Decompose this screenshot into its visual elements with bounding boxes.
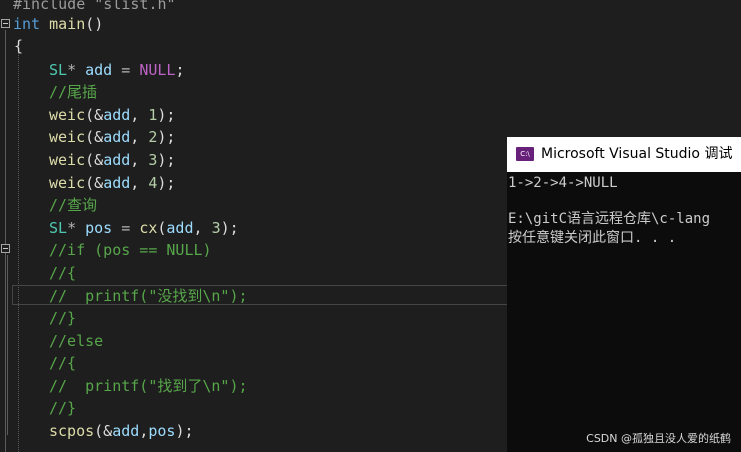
close-paren: ); <box>157 151 176 169</box>
comma: , <box>130 174 149 192</box>
function-weic: weic <box>49 106 86 124</box>
code-line-decl-pos: SL* pos = cx(add, 3); <box>49 218 239 238</box>
type-sl: SL <box>49 61 68 79</box>
function-cx: cx <box>139 219 158 237</box>
editor-gutter <box>0 0 12 452</box>
var-add: add <box>103 151 131 169</box>
comma: , <box>193 219 212 237</box>
function-scpos: scpos <box>49 422 95 440</box>
comma: , <box>130 128 149 146</box>
close-paren: ); <box>220 219 239 237</box>
paren-amp: (& <box>85 151 104 169</box>
assign-op: = <box>112 61 140 79</box>
paren-amp: (& <box>85 128 104 146</box>
close-paren: ); <box>157 128 176 146</box>
code-line-weic-3: weic(&add, 3); <box>49 150 175 170</box>
code-line-comment-else: //else <box>49 332 104 350</box>
var-pos: pos <box>148 422 176 440</box>
console-output-line: 1->2->4->NULL <box>508 175 618 191</box>
csdn-watermark: CSDN @孤独且没人爱的纸鹤 <box>586 432 731 445</box>
fold-guide-main <box>5 30 6 452</box>
function-weic: weic <box>49 174 86 192</box>
close-paren: ); <box>157 174 176 192</box>
var-add: add <box>166 219 194 237</box>
var-add: add <box>85 61 113 79</box>
console-prompt-line: 按任意键关闭此窗口. . . <box>508 230 677 246</box>
code-line-weic-2: weic(&add, 2); <box>49 127 175 147</box>
code-line-comment-if: //if (pos == NULL) <box>49 241 212 259</box>
comma: , <box>139 422 149 440</box>
code-line-comment-printf-2: // printf("找到了\n"); <box>49 377 248 395</box>
var-add: add <box>112 422 140 440</box>
console-title: Microsoft Visual Studio 调试 <box>541 146 733 162</box>
macro-null: NULL <box>139 61 176 79</box>
collapse-main-icon[interactable] <box>1 19 10 28</box>
code-line-comment-printf-1: // printf("没找到\n"); <box>49 287 248 305</box>
var-add: add <box>103 128 131 146</box>
code-line-include: #include "slist.h" <box>13 0 176 13</box>
function-weic: weic <box>49 151 86 169</box>
code-line-comment-find: //查询 <box>49 196 98 214</box>
code-line-weic-1: weic(&add, 1); <box>49 105 175 125</box>
code-line-weic-4: weic(&add, 4); <box>49 173 175 193</box>
code-line-decl-add: SL* add = NULL; <box>49 60 184 80</box>
paren-amp: (& <box>94 422 113 440</box>
visual-studio-icon: C:\ <box>516 147 534 161</box>
type-sl: SL <box>49 219 68 237</box>
comma: , <box>130 106 149 124</box>
keyword-int: int <box>13 15 41 33</box>
var-add: add <box>103 106 131 124</box>
code-line-scpos: scpos(&add,pos); <box>49 421 194 441</box>
code-line-comment-brace-close-1: //} <box>49 309 77 327</box>
collapse-comment-icon[interactable] <box>1 244 10 253</box>
paren-amp: (& <box>85 174 104 192</box>
code-line-comment-brace-close-2: //} <box>49 399 77 417</box>
function-weic: weic <box>49 128 86 146</box>
function-main: main <box>49 15 86 33</box>
code-line-main: int main() <box>13 14 103 34</box>
close-paren: ); <box>175 422 194 440</box>
paren-amp: (& <box>85 106 104 124</box>
comma: , <box>130 151 149 169</box>
debug-console-window[interactable]: C:\ Microsoft Visual Studio 调试 1->2->4->… <box>507 137 741 452</box>
code-line-comment-tail: //尾插 <box>49 83 98 101</box>
console-title-bar[interactable]: C:\ Microsoft Visual Studio 调试 <box>507 137 741 172</box>
console-path-line: E:\gitC语言远程仓库\c-lang <box>508 211 711 227</box>
main-parens: () <box>85 15 104 33</box>
indent-guide <box>18 50 19 452</box>
fold-guide-comment <box>7 255 8 435</box>
var-pos: pos <box>85 219 113 237</box>
close-paren: ); <box>157 106 176 124</box>
number-arg: 3 <box>211 219 221 237</box>
code-line-brace-open: { <box>14 37 24 55</box>
code-line-comment-brace-open-2: //{ <box>49 354 77 372</box>
pointer-op: * <box>67 219 86 237</box>
var-add: add <box>103 174 131 192</box>
pointer-op: * <box>67 61 86 79</box>
semicolon: ; <box>175 61 185 79</box>
assign-op: = <box>112 219 140 237</box>
code-line-comment-brace-open-1: //{ <box>49 264 77 282</box>
